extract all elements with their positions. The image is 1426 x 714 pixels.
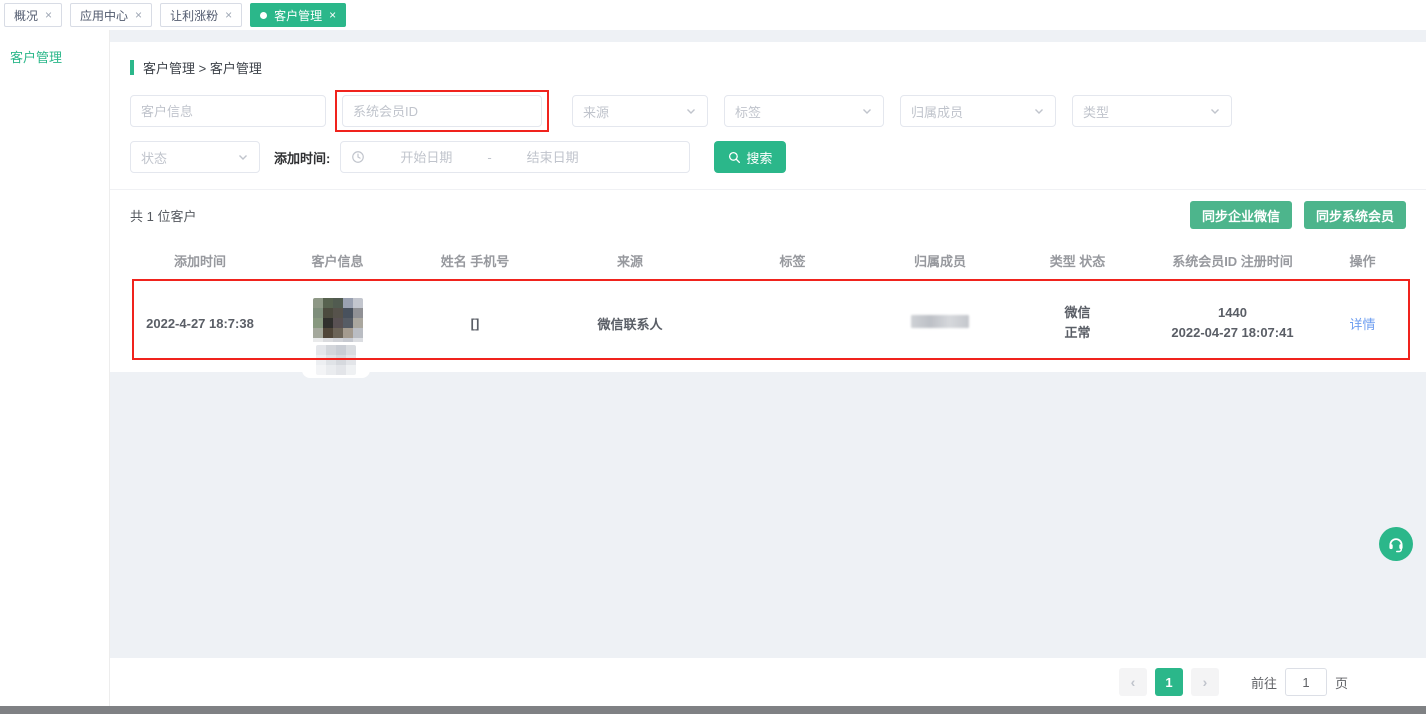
table-row: 2022-4-27 18:7:38 [] 微信联系人 微信 正常 1440 20… [130,280,1406,366]
breadcrumb-text: 客户管理 > 客户管理 [143,58,262,77]
register-time-value: 2022-04-27 18:07:41 [1145,323,1320,343]
table-toolbar: 共 1 位客户 同步企业微信 同步系统会员 [130,190,1406,240]
tag-select-placeholder: 标签 [735,102,761,121]
goto-label: 前往 [1251,673,1277,692]
status-select[interactable]: 状态 [130,141,260,173]
customer-info-input[interactable] [130,95,326,127]
customer-status: 正常 [1010,323,1145,343]
sidebar-item-label: 客户管理 [10,50,62,65]
cell-add-time: 2022-4-27 18:7:38 [130,316,270,331]
cell-name-phone: [] [405,316,545,331]
filter-row-2: 状态 添加时间: - [130,141,1406,173]
tab-label: 让利涨粉 [170,7,218,24]
col-header-type-status: 类型 状态 [1010,251,1145,270]
member-id-value: 1440 [1145,303,1320,323]
close-icon[interactable]: × [329,9,336,21]
next-page-button[interactable]: › [1191,668,1219,696]
breadcrumb: 客户管理 > 客户管理 [130,58,1406,77]
col-header-action: 操作 [1320,251,1405,270]
customer-name-blurred [316,345,356,375]
customer-table-panel: 共 1 位客户 同步企业微信 同步系统会员 添加时间 客户信息 姓名 手机号 来… [110,190,1426,372]
owner-select[interactable]: 归属成员 [900,95,1056,127]
chevron-down-icon [685,105,697,117]
clock-icon [351,150,365,164]
col-header-source: 来源 [545,251,715,270]
cell-member-id-time: 1440 2022-04-27 18:07:41 [1145,303,1320,343]
col-header-owner: 归属成员 [870,251,1010,270]
cell-action: 详情 [1320,314,1405,333]
col-header-name-phone: 姓名 手机号 [405,251,545,270]
search-button-label: 搜索 [746,148,772,167]
sync-wecom-button[interactable]: 同步企业微信 [1190,201,1292,229]
customer-avatar-blurred [313,298,363,348]
owner-name-blurred [911,315,969,328]
tab-customer-management[interactable]: 客户管理 × [250,3,346,27]
goto-page: 前往 页 [1251,668,1348,696]
tab-label: 应用中心 [80,7,128,24]
table-header-row: 添加时间 客户信息 姓名 手机号 来源 标签 归属成员 类型 状态 系统会员ID… [130,240,1406,280]
cell-owner [870,315,1010,331]
close-icon[interactable]: × [225,9,232,21]
chevron-down-icon [1033,105,1045,117]
member-id-input[interactable] [342,95,542,127]
col-header-add-time: 添加时间 [130,251,270,270]
support-fab-button[interactable] [1379,527,1413,561]
page-layout: 客户管理 客户管理 > 客户管理 来源 标签 [0,30,1426,706]
goto-page-input[interactable] [1285,668,1327,696]
cell-type-status: 微信 正常 [1010,303,1145,343]
cell-source: 微信联系人 [545,314,715,333]
page-unit-label: 页 [1335,673,1348,692]
add-time-label: 添加时间: [274,148,330,167]
type-select-placeholder: 类型 [1083,102,1109,121]
main-area: 客户管理 > 客户管理 来源 标签 归属成员 [110,30,1426,706]
member-id-highlight-wrap [342,95,542,127]
end-date-input[interactable] [498,150,608,165]
customer-count: 共 1 位客户 [130,206,196,225]
detail-link[interactable]: 详情 [1349,317,1375,332]
headset-icon [1387,535,1405,553]
col-header-customer-info: 客户信息 [270,251,405,270]
customer-type: 微信 [1010,303,1145,323]
bottom-status-bar [0,706,1426,714]
start-date-input[interactable] [371,150,481,165]
tab-overview[interactable]: 概况 × [4,3,62,27]
filter-row-1: 来源 标签 归属成员 类型 [130,95,1406,127]
sync-buttons: 同步企业微信 同步系统会员 [1190,201,1406,229]
source-select-placeholder: 来源 [583,102,609,121]
tab-bar: 概况 × 应用中心 × 让利涨粉 × 客户管理 × [0,0,1426,30]
tab-rebate-fans[interactable]: 让利涨粉 × [160,3,242,27]
sidebar: 客户管理 [0,30,110,706]
sidebar-item-customer-management[interactable]: 客户管理 [0,42,109,74]
close-icon[interactable]: × [135,9,142,21]
chevron-down-icon [237,151,249,163]
tag-select[interactable]: 标签 [724,95,884,127]
col-header-member-id-time: 系统会员ID 注册时间 [1145,251,1320,270]
type-select[interactable]: 类型 [1072,95,1232,127]
page-1-button[interactable]: 1 [1155,668,1183,696]
cell-customer-info [270,298,405,348]
owner-select-placeholder: 归属成员 [911,102,963,121]
date-separator: - [487,150,491,165]
tab-label: 概况 [14,7,38,24]
col-header-tag: 标签 [715,251,870,270]
status-select-placeholder: 状态 [141,148,167,167]
tab-label: 客户管理 [274,7,322,24]
search-icon [728,151,741,164]
pagination-bar: ‹ 1 › 前往 页 [110,658,1426,706]
sync-member-button[interactable]: 同步系统会员 [1304,201,1406,229]
breadcrumb-accent-bar [130,60,134,75]
close-icon[interactable]: × [45,9,52,21]
date-range-picker[interactable]: - [340,141,690,173]
empty-area [110,372,1426,658]
tab-app-center[interactable]: 应用中心 × [70,3,152,27]
source-select[interactable]: 来源 [572,95,708,127]
chevron-down-icon [1209,105,1221,117]
customer-name-blurred-tooltip [302,342,370,378]
prev-page-button[interactable]: ‹ [1119,668,1147,696]
search-button[interactable]: 搜索 [714,141,786,173]
active-dot-icon [260,12,267,19]
filter-panel: 客户管理 > 客户管理 来源 标签 归属成员 [110,42,1426,189]
chevron-down-icon [861,105,873,117]
